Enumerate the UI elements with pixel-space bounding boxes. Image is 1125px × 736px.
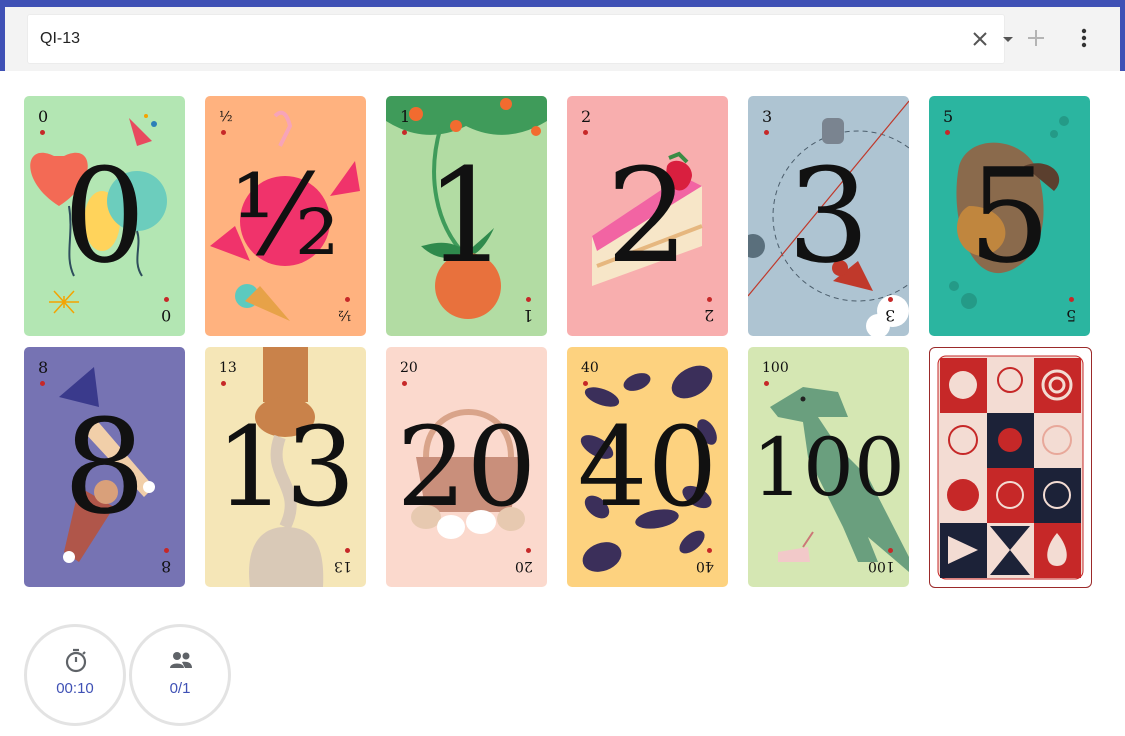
top-bar	[0, 0, 1125, 71]
suit-dot	[945, 130, 950, 135]
card-half[interactable]: ½ ½ ½	[205, 96, 366, 336]
suit-dot	[526, 548, 531, 553]
card-corner-top: 3	[762, 107, 773, 126]
suit-dot	[345, 297, 350, 302]
card-1[interactable]: 1 1 1	[386, 96, 547, 336]
card-corner-bottom: 0	[160, 306, 171, 325]
suit-dot	[345, 548, 350, 553]
suit-dot	[764, 130, 769, 135]
suit-dot	[221, 130, 226, 135]
card-value: ½	[231, 151, 340, 281]
timer-icon	[63, 647, 89, 673]
suit-dot	[402, 130, 407, 135]
card-3[interactable]: 3 3 3	[748, 96, 909, 336]
suit-dot	[402, 381, 407, 386]
card-0[interactable]: 0 0 0	[24, 96, 185, 336]
suit-dot	[526, 297, 531, 302]
players-value: 0/1	[169, 680, 191, 697]
timer-widget: 00:10	[24, 624, 126, 726]
card-corner-bottom: 2	[703, 306, 714, 325]
card-corner-top: 1	[400, 107, 411, 126]
card-corner-top: 8	[38, 358, 49, 377]
left-accent-edge	[0, 0, 5, 71]
card-value: 1	[425, 140, 508, 292]
suit-dot	[40, 130, 45, 135]
card-value: 5	[968, 140, 1051, 292]
suit-dot	[164, 297, 169, 302]
players-widget: 0/1	[129, 624, 231, 726]
suit-dot	[1069, 297, 1074, 302]
more-vert-icon[interactable]	[1074, 26, 1094, 50]
card-value: 8	[63, 391, 146, 543]
card-corner-bottom: 1	[522, 306, 533, 325]
card-5[interactable]: 5 5 5	[929, 96, 1090, 336]
card-20[interactable]: 20 20 20	[386, 347, 547, 587]
card-value: 13	[215, 403, 356, 531]
session-input[interactable]	[40, 27, 920, 51]
card-corner-bottom: 20	[515, 558, 533, 574]
suit-dot	[888, 297, 893, 302]
card-corner-top: 5	[943, 107, 954, 126]
suit-dot	[707, 548, 712, 553]
suit-dot	[583, 130, 588, 135]
suit-dot	[40, 381, 45, 386]
card-40[interactable]: 40 40 40	[567, 347, 728, 587]
card-value: 100	[752, 420, 905, 514]
card-corner-top: 20	[400, 360, 418, 376]
card-13[interactable]: 13 13 13	[205, 347, 366, 587]
card-value: 40	[577, 403, 718, 531]
card-corner-bottom: 40	[696, 558, 714, 574]
suit-dot	[221, 381, 226, 386]
people-icon	[168, 647, 194, 673]
suit-dot	[583, 381, 588, 386]
timer-value: 00:10	[56, 680, 94, 697]
card-corner-top: 100	[762, 360, 789, 376]
card-value: 0	[63, 140, 146, 292]
card-corner-bottom: 8	[160, 557, 171, 576]
card-corner-top: 13	[219, 360, 237, 376]
card-corner-top: ½	[219, 109, 233, 125]
card-back[interactable]	[929, 347, 1092, 588]
card-corner-top: 0	[38, 107, 49, 126]
card-corner-bottom: 3	[884, 306, 895, 325]
suit-dot	[164, 548, 169, 553]
card-8[interactable]: 8 8 8	[24, 347, 185, 587]
add-icon[interactable]	[1024, 26, 1048, 50]
card-value: 20	[396, 403, 537, 531]
top-accent-bar	[0, 0, 1125, 7]
suit-dot	[707, 297, 712, 302]
session-combobox[interactable]	[28, 15, 1013, 63]
card-2[interactable]: 2 2 2	[567, 96, 728, 336]
suit-dot	[888, 548, 893, 553]
card-corner-bottom: 13	[334, 558, 352, 574]
card-value: 3	[787, 140, 870, 292]
card-back-pattern	[937, 355, 1084, 580]
card-corner-bottom: 5	[1065, 306, 1076, 325]
arrow-drop-down-icon[interactable]	[1000, 29, 1016, 49]
card-corner-top: 2	[581, 107, 592, 126]
close-icon[interactable]	[970, 29, 990, 49]
card-corner-top: 40	[581, 360, 599, 376]
right-accent-edge	[1120, 0, 1125, 71]
card-corner-bottom: ½	[338, 307, 352, 323]
card-100[interactable]: 100 100 100	[748, 347, 909, 587]
card-value: 2	[606, 140, 689, 292]
card-corner-bottom: 100	[868, 558, 895, 574]
suit-dot	[764, 381, 769, 386]
